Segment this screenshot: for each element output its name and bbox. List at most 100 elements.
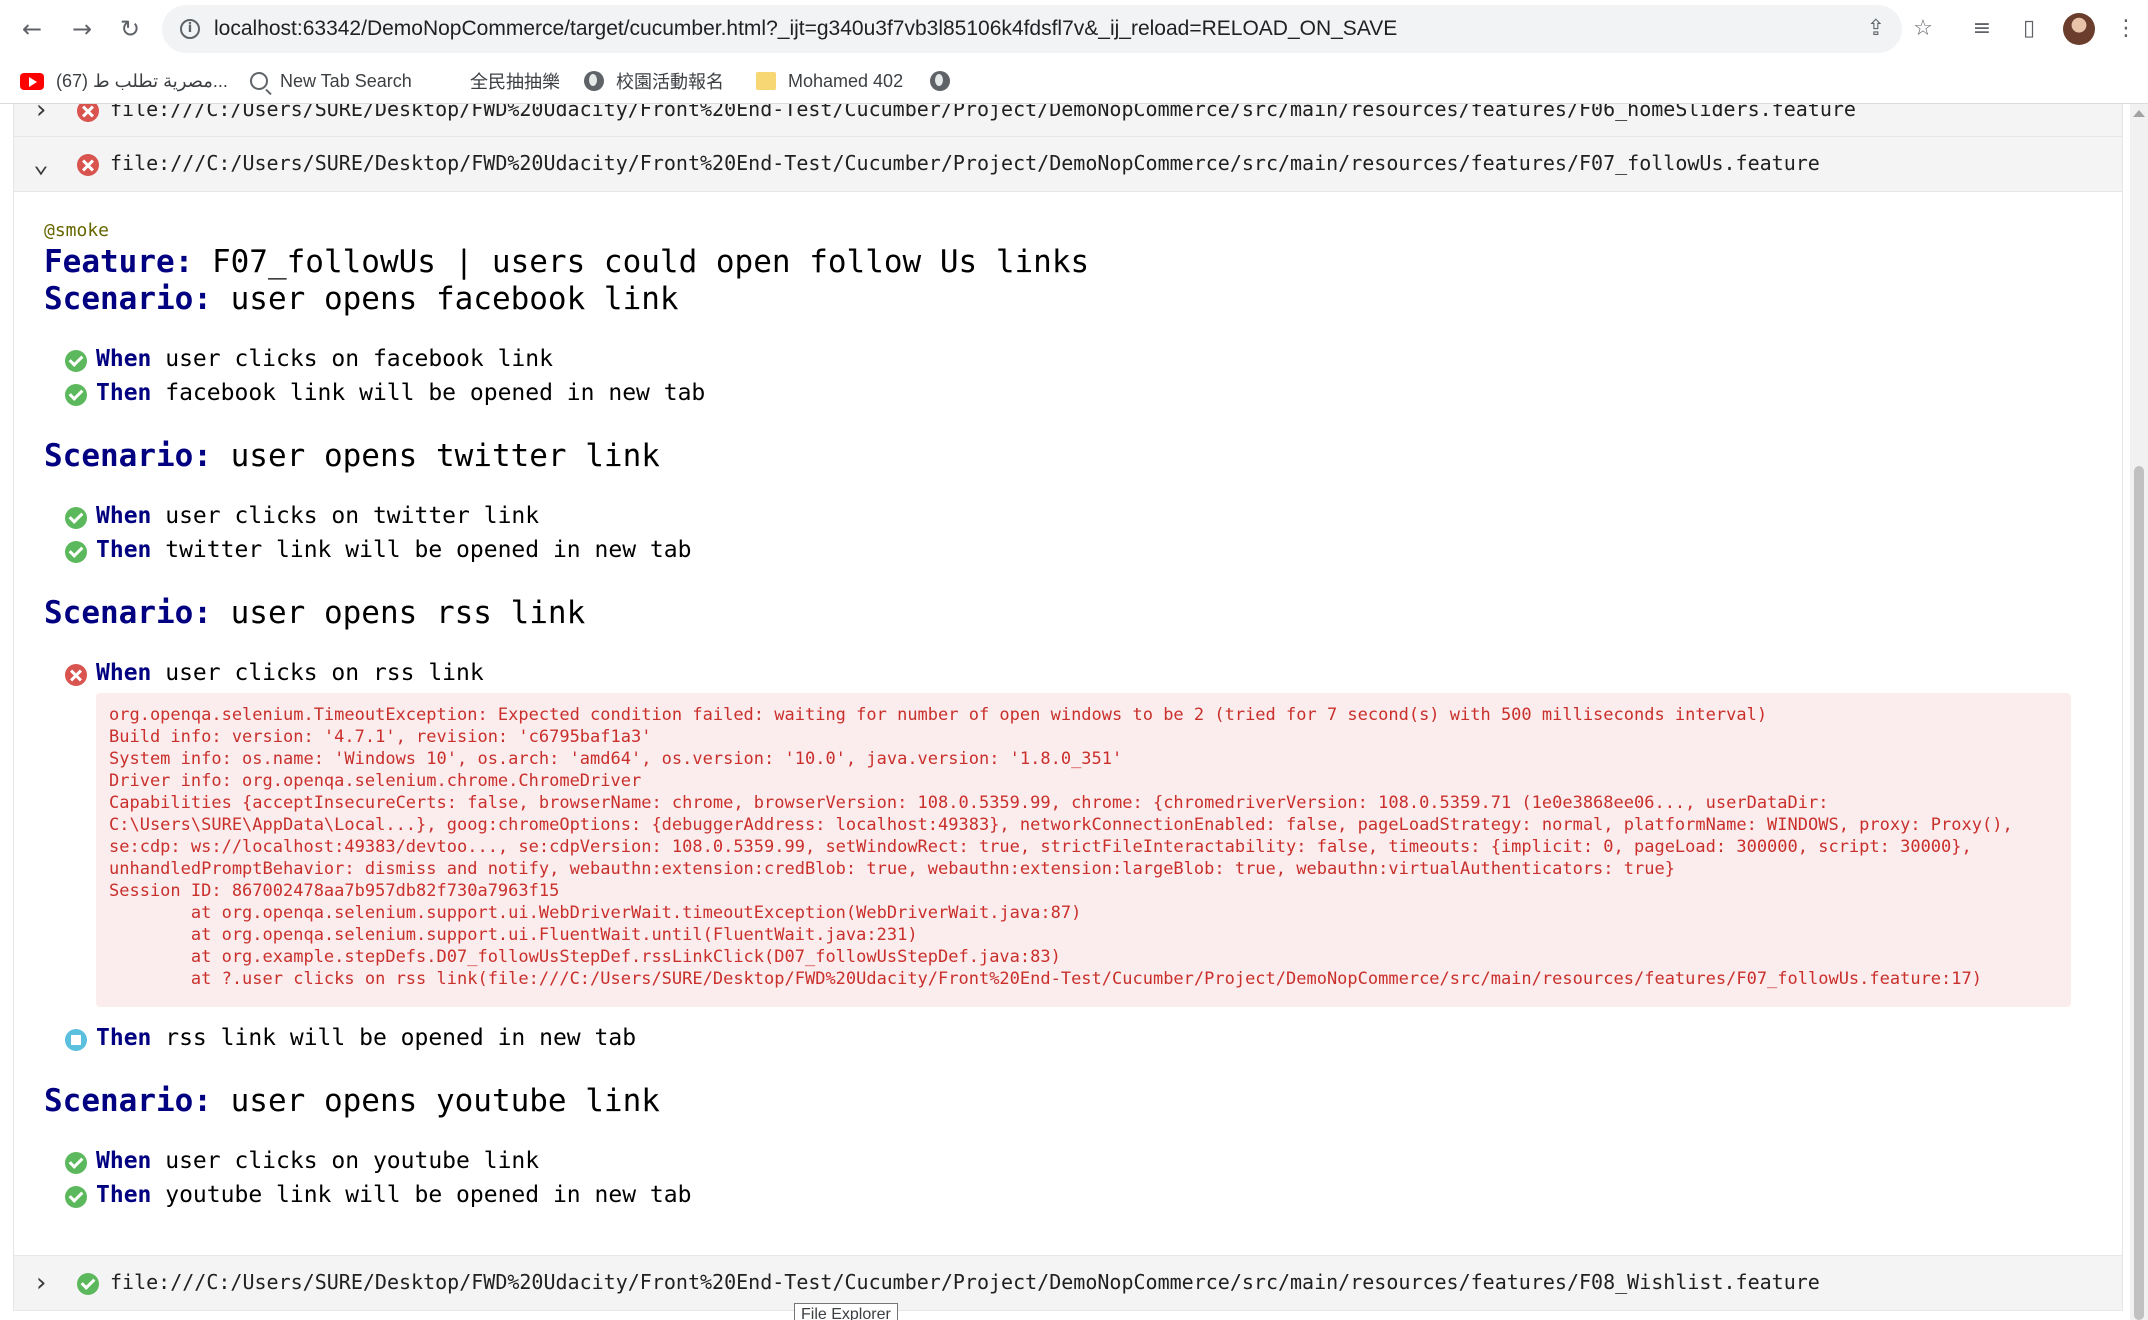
bookmark-campus-events[interactable]: 校園活動報名 — [584, 66, 724, 96]
folder-icon — [756, 72, 776, 90]
failed-status-icon — [77, 104, 99, 122]
bookmark-star-icon[interactable]: ☆ — [1907, 13, 1939, 45]
youtube-icon — [20, 72, 44, 90]
scenario-title: Scenario: user opens twitter link — [44, 438, 660, 474]
chevron-right-icon[interactable]: › — [26, 1268, 56, 1298]
step-text: user clicks on facebook link — [151, 346, 553, 372]
scenario-name: user opens youtube link — [211, 1083, 660, 1119]
globe-icon — [930, 71, 950, 91]
bookmark-label: Mohamed 402 — [788, 70, 904, 91]
error-line: Capabilities {acceptInsecureCerts: false… — [109, 793, 1829, 813]
error-stacktrace: org.openqa.selenium.TimeoutException: Ex… — [96, 693, 2071, 1007]
bookmark-folder-mohamed[interactable]: Mohamed 402 — [756, 66, 903, 96]
passed-status-icon — [65, 541, 87, 563]
bookmark-label: (67) مصرية تطلب ط... — [56, 70, 228, 91]
step-keyword: Then — [96, 1025, 152, 1051]
bookmark-new-tab-search[interactable]: New Tab Search — [250, 66, 412, 96]
error-line: Driver info: org.openqa.selenium.chrome.… — [109, 771, 642, 791]
passed-status-icon — [65, 1152, 87, 1174]
scenario-keyword: Scenario: — [44, 281, 212, 317]
address-bar[interactable]: i localhost:63342/DemoNopCommerce/target… — [162, 5, 1902, 53]
error-line: C:\Users\SURE\AppData\Local...}, goog:ch… — [109, 815, 2013, 835]
scenario-name: user opens twitter link — [211, 438, 660, 474]
chevron-right-icon[interactable]: › — [26, 104, 56, 125]
error-line: Build info: version: '4.7.1', revision: … — [109, 727, 652, 747]
back-button[interactable]: ← — [16, 13, 48, 45]
feature-file-path: file:///C:/Users/SURE/Desktop/FWD%20Udac… — [110, 1270, 1820, 1294]
search-icon — [250, 72, 268, 90]
scenario-title: Scenario: user opens facebook link — [44, 281, 679, 317]
error-line: unhandledPromptBehavior: dismiss and not… — [109, 859, 1675, 879]
error-line: at ?.user clicks on rss link(file:///C:/… — [109, 969, 1982, 989]
failed-status-icon — [77, 154, 99, 176]
error-line: at org.example.stepDefs.D07_followUsStep… — [109, 947, 1061, 967]
feature-file-row[interactable]: ⌄ file:///C:/Users/SURE/Desktop/FWD%20Ud… — [13, 136, 2123, 192]
error-line: org.openqa.selenium.TimeoutException: Ex… — [109, 705, 1768, 725]
feature-file-row[interactable]: › file:///C:/Users/SURE/Desktop/FWD%20Ud… — [13, 104, 2123, 138]
step-text: user clicks on rss link — [151, 660, 484, 686]
step-text: user clicks on youtube link — [151, 1148, 540, 1174]
share-icon[interactable]: ⇪ — [1862, 15, 1890, 43]
step-keyword: When — [96, 1148, 152, 1174]
profile-avatar[interactable] — [2063, 13, 2095, 45]
step-text: user clicks on twitter link — [151, 503, 540, 529]
passed-status-icon — [65, 507, 87, 529]
step-text: twitter link will be opened in new tab — [151, 537, 692, 563]
error-line: se:cdp: ws://localhost:49383/devtoo..., … — [109, 837, 1972, 857]
bookmark-lottery[interactable]: 全民抽抽樂 — [470, 66, 560, 96]
more-menu-icon[interactable]: ⋮ — [2110, 13, 2142, 45]
scenario-keyword: Scenario: — [44, 1083, 212, 1119]
passed-status-icon — [77, 1273, 99, 1295]
bookmark-globe[interactable] — [930, 66, 962, 96]
feature-file-path: file:///C:/Users/SURE/Desktop/FWD%20Udac… — [110, 104, 1856, 121]
bookmark-label: 校園活動報名 — [616, 72, 724, 92]
info-icon[interactable]: i — [180, 19, 200, 39]
feature-keyword: Feature: — [44, 244, 194, 280]
feature-name: F07_followUs | users could open follow U… — [193, 244, 1090, 280]
globe-icon — [584, 71, 604, 91]
step-keyword: Then — [96, 380, 152, 406]
step-keyword: Then — [96, 1182, 152, 1208]
step-text: rss link will be opened in new tab — [151, 1025, 637, 1051]
side-panel-icon[interactable]: ▯ — [2013, 13, 2045, 45]
feature-title: Feature: F07_followUs | users could open… — [44, 244, 1089, 280]
bookmarks-bar: (67) مصرية تطلب ط... New Tab Search 全民抽抽… — [0, 58, 2148, 104]
bookmark-label: New Tab Search — [280, 70, 412, 91]
file-explorer-tooltip: File Explorer — [794, 1303, 898, 1320]
passed-status-icon — [65, 384, 87, 406]
error-line: System info: os.name: 'Windows 10', os.a… — [109, 749, 1123, 769]
error-line: Session ID: 867002478aa7b957db82f730a796… — [109, 881, 560, 901]
feature-file-row[interactable]: › file:///C:/Users/SURE/Desktop/FWD%20Ud… — [13, 1255, 2123, 1311]
error-line: at org.openqa.selenium.support.ui.Fluent… — [109, 925, 918, 945]
step-keyword: Then — [96, 537, 152, 563]
scenario-keyword: Scenario: — [44, 438, 212, 474]
media-queue-icon[interactable]: ≡ — [1966, 13, 1998, 45]
feature-tag: @smoke — [44, 220, 110, 241]
step-text: youtube link will be opened in new tab — [151, 1182, 692, 1208]
scenario-name: user opens facebook link — [211, 281, 679, 317]
skipped-status-icon — [65, 1029, 87, 1051]
reload-button[interactable]: ↻ — [114, 13, 146, 45]
feature-file-path: file:///C:/Users/SURE/Desktop/FWD%20Udac… — [110, 151, 1820, 175]
step-keyword: When — [96, 346, 152, 372]
passed-status-icon — [65, 350, 87, 372]
passed-status-icon — [65, 1186, 87, 1208]
browser-toolbar: ← → ↻ i localhost:63342/DemoNopCommerce/… — [0, 0, 2148, 58]
scrollbar-thumb[interactable] — [2134, 466, 2144, 1320]
scenario-keyword: Scenario: — [44, 595, 212, 631]
scroll-up-arrow-icon[interactable] — [2133, 110, 2145, 117]
scenario-title: Scenario: user opens rss link — [44, 595, 585, 631]
url-text[interactable]: localhost:63342/DemoNopCommerce/target/c… — [214, 17, 1397, 41]
scenario-name: user opens rss link — [211, 595, 586, 631]
cucumber-report: › file:///C:/Users/SURE/Desktop/FWD%20Ud… — [0, 104, 2130, 1320]
error-line: at org.openqa.selenium.support.ui.WebDri… — [109, 903, 1082, 923]
step-keyword: When — [96, 660, 152, 686]
bookmark-youtube[interactable]: (67) مصرية تطلب ط... — [20, 66, 228, 96]
bookmark-label: 全民抽抽樂 — [470, 72, 560, 92]
chevron-down-icon[interactable]: ⌄ — [26, 149, 56, 179]
forward-button[interactable]: → — [66, 13, 98, 45]
step-keyword: When — [96, 503, 152, 529]
scenario-title: Scenario: user opens youtube link — [44, 1083, 660, 1119]
failed-status-icon — [65, 664, 87, 686]
step-text: facebook link will be opened in new tab — [151, 380, 706, 406]
